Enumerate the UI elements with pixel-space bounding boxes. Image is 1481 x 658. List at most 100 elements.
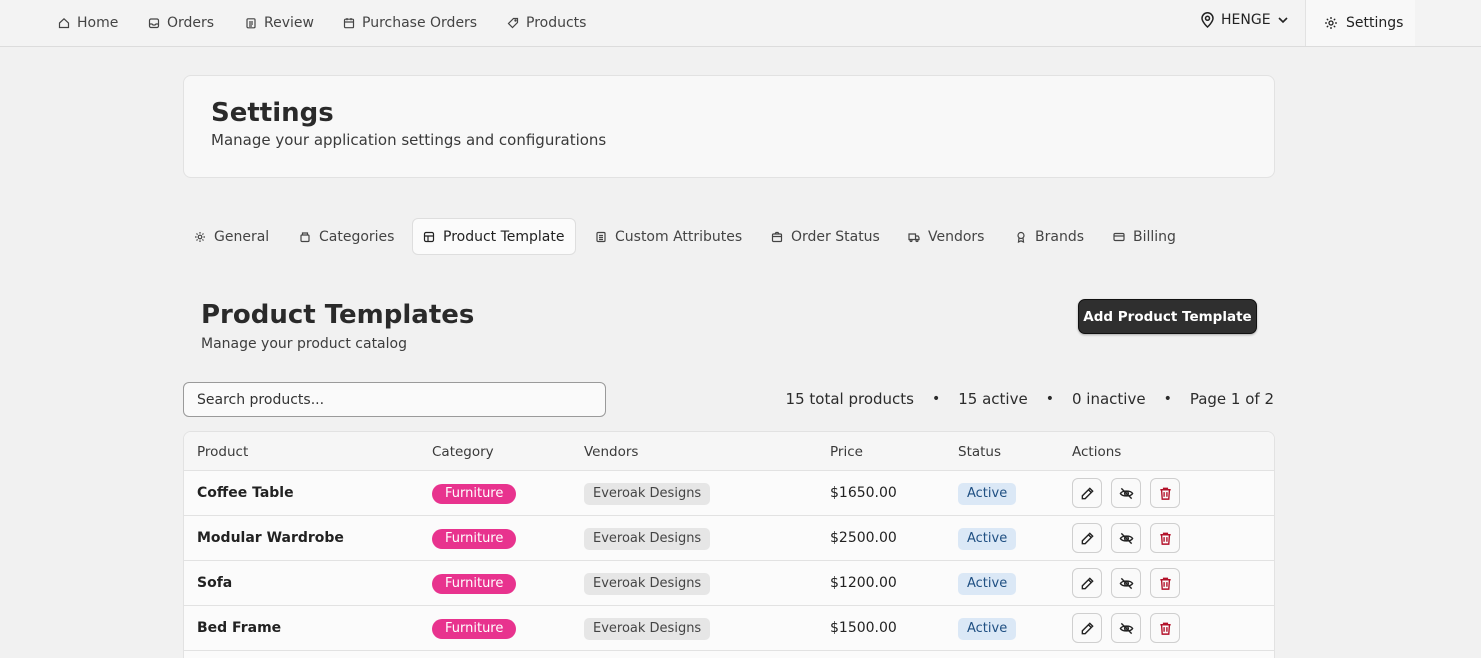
nav-review[interactable]: Review <box>245 14 314 32</box>
hide-button[interactable] <box>1111 613 1141 643</box>
pencil-icon <box>1081 576 1094 589</box>
tab-brands-label: Brands <box>1035 228 1084 245</box>
product-price: $1500.00 <box>830 620 897 636</box>
tab-product-template-label: Product Template <box>443 228 565 245</box>
nav-orders-label: Orders <box>167 15 215 31</box>
delete-button[interactable] <box>1150 568 1180 598</box>
delete-button[interactable] <box>1150 523 1180 553</box>
nav-settings-label: Settings <box>1346 15 1404 31</box>
edit-button[interactable] <box>1072 613 1102 643</box>
status-badge: Active <box>958 573 1017 595</box>
tab-categories[interactable]: Categories <box>299 218 394 255</box>
page-subtitle: Manage your application settings and con… <box>211 131 607 149</box>
stat-active: 15 active <box>958 390 1028 408</box>
vendor-badge: Everoak Designs <box>584 528 711 550</box>
eye-off-icon <box>1119 487 1133 499</box>
header-status: Status <box>958 444 1002 460</box>
eye-off-icon <box>1119 622 1133 634</box>
tab-product-template[interactable]: Product Template <box>412 218 576 255</box>
tab-order-status-label: Order Status <box>791 228 880 245</box>
section-subtitle: Manage your product catalog <box>201 336 407 352</box>
stat-inactive: 0 inactive <box>1071 390 1146 408</box>
location-selector[interactable]: HENGE <box>1200 12 1289 28</box>
trash-icon <box>1159 487 1171 500</box>
product-name: Bed Frame <box>197 620 282 636</box>
edit-button[interactable] <box>1072 478 1102 508</box>
header-category: Category <box>432 444 494 460</box>
award-icon <box>1017 231 1025 243</box>
table-row: Bed Frame Furniture Everoak Designs $150… <box>184 606 1274 651</box>
search-input[interactable] <box>183 382 606 417</box>
tag-icon <box>507 17 519 29</box>
category-badge: Furniture <box>432 619 517 639</box>
section-title: Product Templates <box>201 300 475 330</box>
hide-button[interactable] <box>1111 478 1141 508</box>
table-header: Product Category Vendors Price Status Ac… <box>184 432 1274 471</box>
table-row: Modular Wardrobe Furniture Everoak Desig… <box>184 516 1274 561</box>
truck-icon <box>908 232 920 242</box>
vendor-badge: Everoak Designs <box>584 573 711 595</box>
tab-billing-label: Billing <box>1133 228 1176 245</box>
product-stats: 15 total products • 15 active • 0 inacti… <box>786 390 1274 408</box>
row-actions <box>1072 523 1180 553</box>
tab-order-status[interactable]: Order Status <box>771 218 880 255</box>
clipboard-icon <box>246 18 256 29</box>
template-icon <box>423 231 435 242</box>
nav-orders[interactable]: Orders <box>148 14 214 32</box>
category-badge: Furniture <box>432 529 517 549</box>
tab-billing[interactable]: Billing <box>1113 218 1176 255</box>
edit-button[interactable] <box>1072 523 1102 553</box>
top-nav: Home Orders Review Purchase Orders Produ… <box>0 0 1481 47</box>
tab-custom-attributes-label: Custom Attributes <box>615 228 743 245</box>
gear-icon <box>195 231 205 242</box>
nav-settings[interactable]: Settings <box>1305 0 1415 46</box>
stat-separator: • <box>1163 391 1172 407</box>
home-icon <box>58 17 70 29</box>
pencil-icon <box>1081 486 1094 499</box>
tab-vendors[interactable]: Vendors <box>908 218 984 255</box>
tab-custom-attributes[interactable]: Custom Attributes <box>595 218 742 255</box>
tab-brands[interactable]: Brands <box>1015 218 1084 255</box>
hide-button[interactable] <box>1111 568 1141 598</box>
settings-header-card: Settings Manage your application setting… <box>183 75 1275 178</box>
delete-button[interactable] <box>1150 478 1180 508</box>
status-badge: Active <box>958 618 1017 640</box>
box-icon <box>300 231 310 242</box>
product-name: Coffee Table <box>197 485 294 501</box>
chevron-down-icon <box>1277 17 1288 24</box>
category-badge: Furniture <box>432 574 517 594</box>
edit-button[interactable] <box>1072 568 1102 598</box>
nav-products-label: Products <box>526 15 587 31</box>
nav-review-label: Review <box>264 15 314 31</box>
vendor-badge: Everoak Designs <box>584 618 711 640</box>
header-product: Product <box>197 444 249 460</box>
eye-off-icon <box>1119 532 1133 544</box>
nav-purchase-orders[interactable]: Purchase Orders <box>343 14 477 32</box>
category-badge: Furniture <box>432 484 517 504</box>
list-icon <box>596 231 606 242</box>
trash-icon <box>1159 532 1171 545</box>
card-icon <box>1113 232 1125 241</box>
nav-products[interactable]: Products <box>507 14 586 32</box>
delete-button[interactable] <box>1150 613 1180 643</box>
product-price: $1200.00 <box>830 575 897 591</box>
products-table: Product Category Vendors Price Status Ac… <box>183 431 1275 658</box>
product-price: $1650.00 <box>830 485 897 501</box>
table-row: Sofa Furniture Everoak Designs $1200.00 … <box>184 561 1274 606</box>
trash-icon <box>1159 622 1171 635</box>
row-actions <box>1072 613 1180 643</box>
status-badge: Active <box>958 528 1017 550</box>
hide-button[interactable] <box>1111 523 1141 553</box>
tab-categories-label: Categories <box>319 228 395 245</box>
package-icon <box>771 231 783 242</box>
eye-off-icon <box>1119 577 1133 589</box>
product-name: Sofa <box>197 575 233 591</box>
add-product-template-button[interactable]: Add Product Template <box>1078 299 1257 334</box>
nav-home[interactable]: Home <box>58 14 118 32</box>
tab-general-label: General <box>214 228 270 245</box>
vendor-badge: Everoak Designs <box>584 483 711 505</box>
map-pin-icon <box>1201 12 1214 28</box>
tab-general[interactable]: General <box>194 218 269 255</box>
trash-icon <box>1159 577 1171 590</box>
tab-vendors-label: Vendors <box>928 228 985 245</box>
